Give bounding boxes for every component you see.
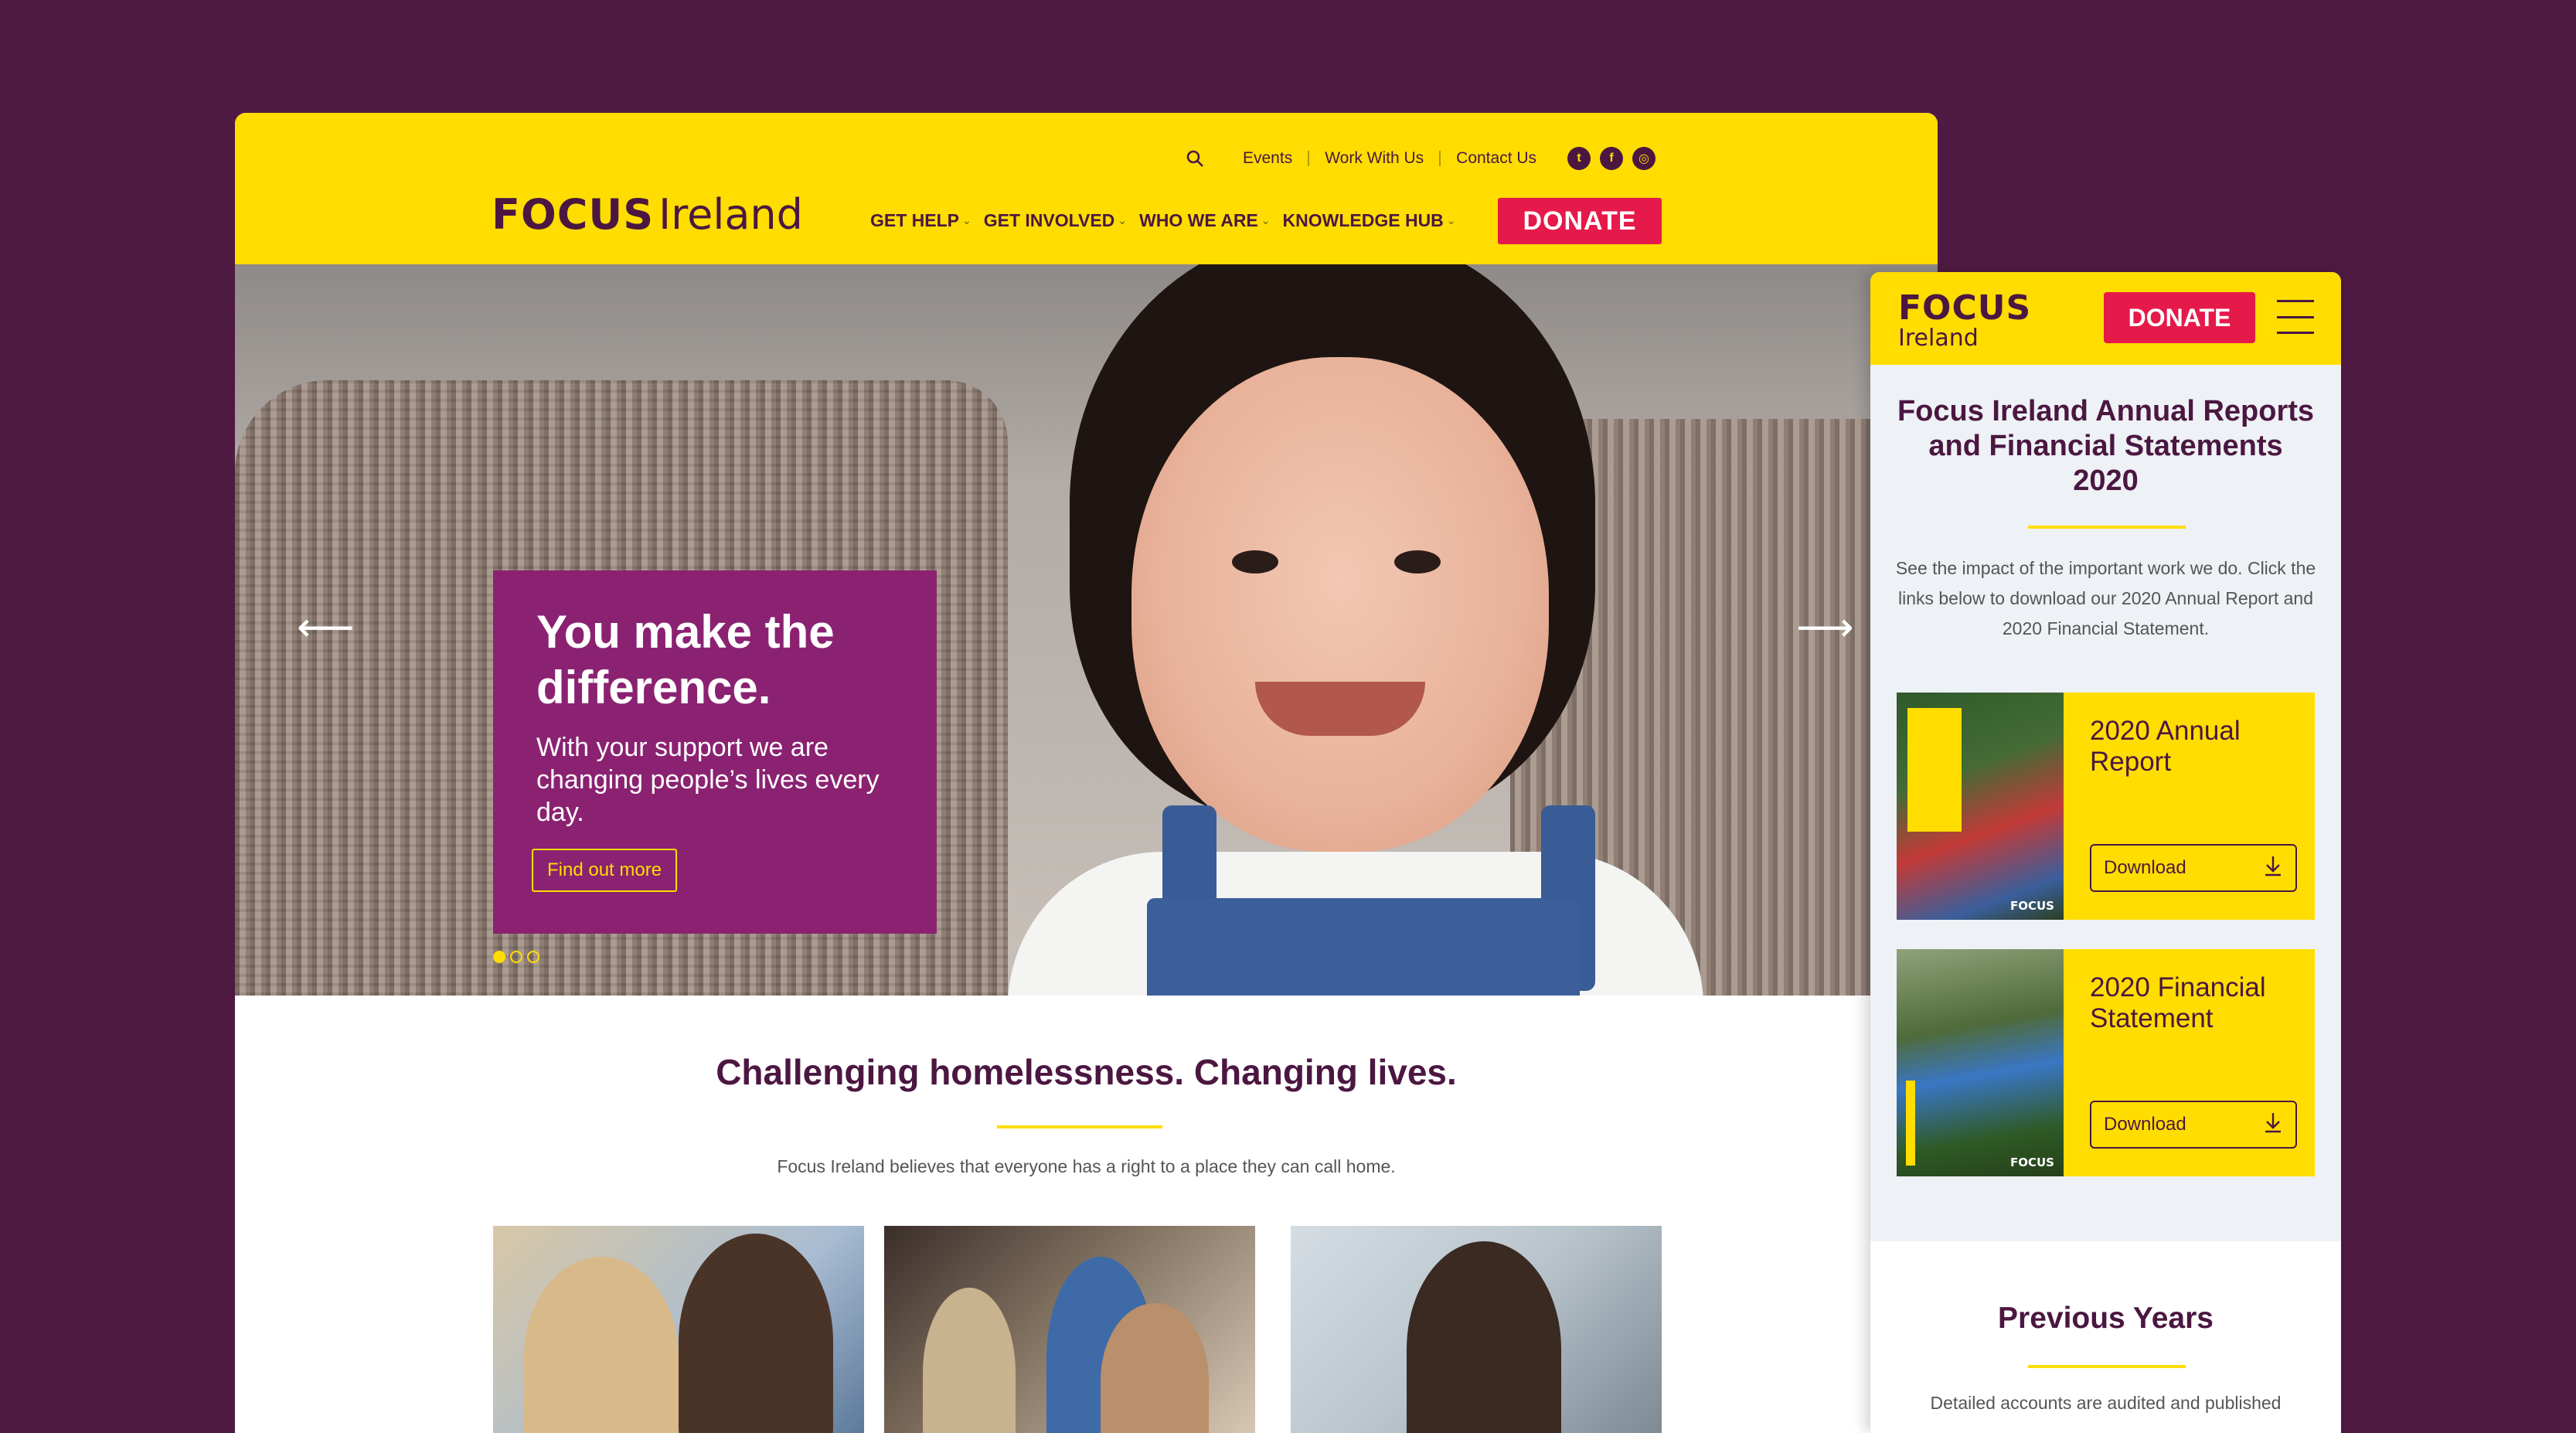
donate-button[interactable]: DONATE [2104, 292, 2255, 343]
focus-ireland-logo[interactable]: FOCUS Ireland [492, 190, 803, 239]
download-label: Download [2104, 1114, 2186, 1135]
util-link-events[interactable]: Events [1227, 149, 1308, 168]
heading-divider [2028, 526, 2186, 529]
site-header: FOCUS Ireland Events Work With Us Contac… [235, 113, 1938, 264]
page-intro: See the impact of the important work we … [1895, 558, 2316, 638]
section-intro: Focus Ireland believes that everyone has… [777, 1156, 1396, 1176]
hero-photo-overalls [1147, 898, 1580, 996]
previous-years-section: Previous Years Detailed accounts are aud… [1870, 1241, 2341, 1433]
hero-photo-eye [1394, 550, 1441, 574]
logo-focus-text: FOCUS [492, 190, 655, 239]
document-card-annual-report: FOCUS 2020 Annual Report Download [1897, 693, 2315, 920]
hero-photo-face [1131, 357, 1549, 852]
cover-logo: FOCUS [2010, 899, 2054, 913]
utility-nav: Events Work With Us Contact Us t f ◎ [1184, 147, 1656, 170]
arrow-right-icon[interactable]: ⟶ [1796, 604, 1854, 651]
mobile-header: FOCUS Ireland DONATE [1870, 272, 2341, 365]
arrow-left-icon[interactable]: ⟵ [297, 604, 355, 651]
util-link-contact-us[interactable]: Contact Us [1441, 149, 1552, 168]
nav-who-we-are[interactable]: WHO WE ARE ⌄ [1139, 210, 1270, 231]
photo-person [679, 1234, 833, 1433]
document-title: 2020 Annual Report [2090, 716, 2241, 777]
instagram-icon[interactable]: ◎ [1632, 147, 1656, 170]
nav-label: KNOWLEDGE HUB [1282, 210, 1444, 230]
donate-button[interactable]: DONATE [1498, 198, 1662, 244]
heading-divider [997, 1125, 1162, 1128]
hero-photo-eye [1232, 550, 1278, 574]
photo-person [524, 1257, 679, 1433]
hero-card: You make the difference. With your suppo… [493, 570, 937, 934]
nav-label: GET HELP [870, 210, 960, 230]
chevron-down-icon: ⌄ [962, 214, 972, 226]
report-cover-image: FOCUS [1897, 693, 2064, 920]
page-title: Focus Ireland Annual Reports and Financi… [1897, 395, 2315, 497]
logo-ireland-text: Ireland [658, 190, 803, 239]
photo-person [1407, 1241, 1561, 1433]
feature-image[interactable] [1291, 1226, 1662, 1433]
search-icon[interactable] [1184, 148, 1206, 169]
download-button[interactable]: Download [2090, 1101, 2297, 1149]
slider-dot[interactable] [510, 951, 522, 963]
slider-dot[interactable] [493, 951, 505, 963]
logo-focus-text: FOCUS [1898, 288, 2032, 328]
download-label: Download [2104, 857, 2186, 878]
chevron-down-icon: ⌄ [1118, 214, 1128, 226]
download-icon [2263, 855, 2283, 882]
report-cover-image: FOCUS [1897, 949, 2064, 1176]
facebook-icon[interactable]: f [1600, 147, 1624, 170]
hero-subtext: With your support we are changing people… [536, 733, 880, 827]
feature-image[interactable] [884, 1226, 1255, 1433]
cover-logo: FOCUS [2010, 1156, 2054, 1169]
desktop-mockup: FOCUS Ireland Events Work With Us Contac… [235, 113, 1938, 1433]
slider-dot[interactable] [527, 951, 539, 963]
document-card-financial-statement: FOCUS 2020 Financial Statement Download [1897, 949, 2315, 1176]
download-icon [2263, 1111, 2283, 1139]
section-text: Detailed accounts are audited and publis… [1930, 1393, 2282, 1413]
download-button[interactable]: Download [2090, 844, 2297, 892]
section-heading: Previous Years [1998, 1302, 2214, 1335]
twitter-icon[interactable]: t [1567, 147, 1591, 170]
photo-person [923, 1288, 1016, 1433]
nav-label: GET INVOLVED [983, 210, 1115, 230]
mobile-mockup: FOCUS Ireland DONATE Focus Ireland Annua… [1870, 272, 2341, 1433]
slider-dots [493, 951, 539, 963]
hero-slider: ⟵ ⟶ You make the difference. With your s… [235, 264, 1938, 996]
logo-ireland-text: Ireland [1898, 325, 1979, 352]
chevron-down-icon: ⌄ [1446, 214, 1456, 226]
hamburger-menu-icon[interactable] [2277, 300, 2314, 334]
main-nav: GET HELP ⌄ GET INVOLVED ⌄ WHO WE ARE ⌄ KNOW… [870, 210, 1468, 231]
focus-ireland-logo[interactable]: FOCUS Ireland [1898, 291, 2031, 351]
heading-divider [2028, 1365, 2186, 1368]
social-links: t f ◎ [1567, 147, 1656, 170]
document-title: 2020 Financial Statement [2090, 972, 2266, 1033]
nav-get-involved[interactable]: GET INVOLVED ⌄ [984, 210, 1127, 231]
nav-knowledge-hub[interactable]: KNOWLEDGE HUB ⌄ [1283, 210, 1456, 231]
nav-get-help[interactable]: GET HELP ⌄ [870, 210, 972, 231]
section-heading: Challenging homelessness. Changing lives… [716, 1052, 1457, 1092]
nav-label: WHO WE ARE [1139, 210, 1258, 230]
find-out-more-button[interactable]: Find out more [532, 849, 678, 892]
feature-image[interactable] [493, 1226, 864, 1433]
hero-heading: You make the difference. [536, 606, 835, 713]
chevron-down-icon: ⌄ [1261, 214, 1271, 226]
util-link-work-with-us[interactable]: Work With Us [1309, 149, 1439, 168]
